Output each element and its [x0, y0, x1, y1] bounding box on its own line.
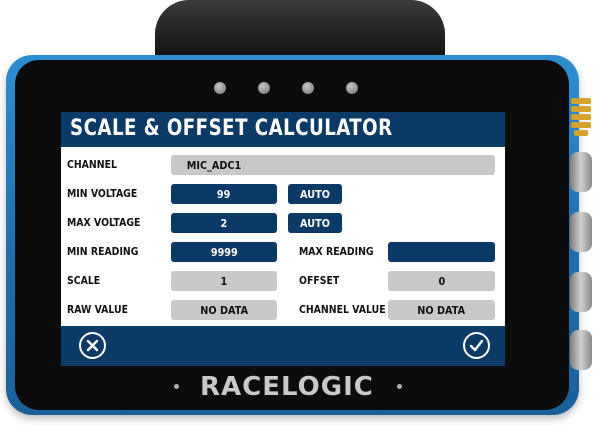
device-screen: SCALE & OFFSET CALCULATOR CHANNEL MIC_AD…	[61, 112, 505, 366]
max-reading-input[interactable]	[388, 242, 495, 262]
min-reading-input[interactable]: 9999	[171, 242, 277, 262]
raw-value: NO DATA	[171, 300, 277, 320]
channel-label: CHANNEL	[67, 158, 117, 171]
device-top-cap	[155, 0, 445, 60]
brand-dot-right	[397, 384, 402, 389]
min-reading-label: MIN READING	[67, 245, 139, 258]
scale-label: SCALE	[67, 274, 101, 287]
bottom-bar	[61, 326, 505, 366]
checkmark-icon	[469, 339, 484, 352]
brand-dot-left	[174, 384, 179, 389]
max-voltage-label: MAX VOLTAGE	[67, 216, 141, 229]
side-connector-3	[570, 272, 592, 312]
brand-logo-text: RACELOGIC	[200, 372, 374, 402]
side-connector-2	[570, 212, 592, 252]
side-connector-1	[570, 152, 592, 192]
channel-field[interactable]: MIC_ADC1	[171, 155, 495, 175]
title-bar: SCALE & OFFSET CALCULATOR	[61, 112, 505, 147]
scale-value: 1	[171, 271, 277, 291]
offset-value: 0	[388, 271, 495, 291]
max-voltage-auto-button[interactable]: AUTO	[288, 213, 342, 233]
offset-label: OFFSET	[299, 274, 340, 287]
antenna-connector	[571, 98, 591, 140]
channel-value-label: CHANNEL VALUE	[299, 303, 386, 316]
raw-value-label: RAW VALUE	[67, 303, 129, 316]
max-reading-label: MAX READING	[299, 245, 374, 258]
status-led-4	[346, 82, 358, 94]
confirm-button[interactable]	[463, 332, 490, 359]
min-voltage-input[interactable]: 99	[171, 184, 277, 204]
status-led-3	[302, 82, 314, 94]
status-led-2	[258, 82, 270, 94]
close-icon	[86, 339, 99, 352]
page-title: SCALE & OFFSET CALCULATOR	[70, 116, 393, 141]
status-led-1	[214, 82, 226, 94]
min-voltage-auto-button[interactable]: AUTO	[288, 184, 342, 204]
cancel-button[interactable]	[79, 332, 106, 359]
max-voltage-input[interactable]: 2	[171, 213, 277, 233]
min-voltage-label: MIN VOLTAGE	[67, 187, 138, 200]
channel-value: NO DATA	[388, 300, 495, 320]
side-connector-4	[570, 330, 592, 370]
